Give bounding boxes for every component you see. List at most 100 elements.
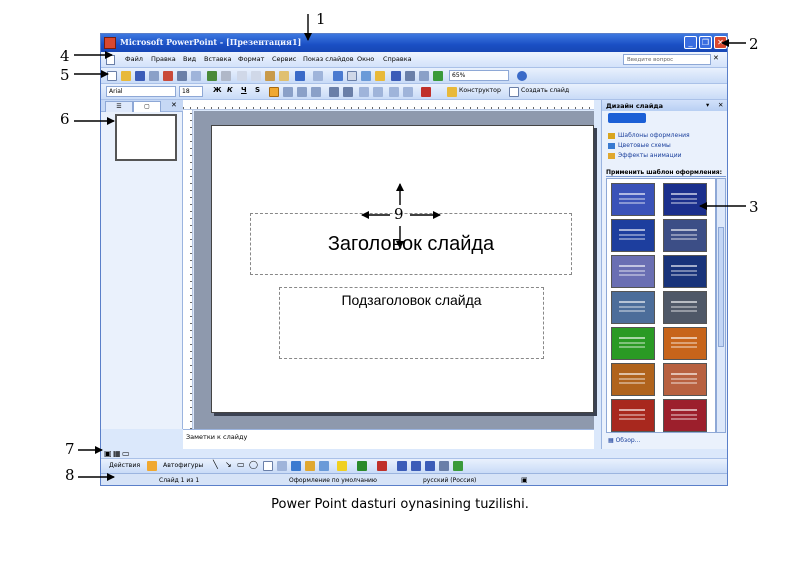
menu-slideshow[interactable]: Показ слайдов xyxy=(303,55,354,63)
clipart-icon[interactable] xyxy=(305,461,315,471)
design-template-thumbnail[interactable] xyxy=(611,291,655,324)
research-icon[interactable] xyxy=(221,71,231,81)
design-template-thumbnail[interactable] xyxy=(611,255,655,288)
decrease-font-icon[interactable] xyxy=(373,87,383,97)
menu-format[interactable]: Формат xyxy=(238,55,264,63)
task-pane-nav-buttons[interactable] xyxy=(608,113,646,123)
zoom-select[interactable]: 65% xyxy=(449,70,509,81)
font-size-select[interactable]: 18 xyxy=(179,86,203,97)
minimize-button[interactable]: _ xyxy=(684,36,697,49)
new-slide-button[interactable]: Создать слайд xyxy=(521,87,569,94)
design-template-thumbnail[interactable] xyxy=(663,255,707,288)
spelling-icon[interactable] xyxy=(207,71,217,81)
arrow-icon[interactable]: ↘ xyxy=(225,460,232,469)
format-painter-icon[interactable] xyxy=(279,71,289,81)
wordart-icon[interactable] xyxy=(277,461,287,471)
design-template-thumbnail[interactable] xyxy=(663,363,707,396)
designer-icon[interactable] xyxy=(447,87,457,97)
slides-pane-close-icon[interactable]: ✕ xyxy=(171,101,177,109)
menu-edit[interactable]: Правка xyxy=(151,55,176,63)
designer-button[interactable]: Конструктор xyxy=(459,87,501,94)
design-template-thumbnail[interactable] xyxy=(663,291,707,324)
align-center-icon[interactable] xyxy=(283,87,293,97)
notes-pane[interactable]: Заметки к слайду xyxy=(183,429,594,449)
arrow-style-icon[interactable] xyxy=(425,461,435,471)
picture-icon[interactable] xyxy=(319,461,329,471)
decrease-indent-icon[interactable] xyxy=(389,87,399,97)
line-color-icon[interactable] xyxy=(357,461,367,471)
undo-icon[interactable] xyxy=(295,71,305,81)
slideshow-view-icon[interactable]: ▭ xyxy=(122,449,130,458)
permission-icon[interactable] xyxy=(149,71,159,81)
menu-close-icon[interactable]: ✕ xyxy=(713,54,719,62)
rectangle-icon[interactable]: ▭ xyxy=(237,460,245,469)
show-formatting-icon[interactable] xyxy=(405,71,415,81)
tab-outline[interactable]: ☰ xyxy=(105,101,133,112)
email-icon[interactable] xyxy=(163,71,173,81)
tab-slides[interactable]: ▢ xyxy=(133,101,161,112)
slide-canvas[interactable]: Заголовок слайда Подзаголовок слайда xyxy=(211,125,594,413)
task-pane-close-icon[interactable]: ✕ xyxy=(718,101,723,109)
gallery-scrollbar[interactable] xyxy=(716,178,726,433)
design-template-thumbnail[interactable] xyxy=(611,363,655,396)
color-schemes-link[interactable]: Цветовые схемы xyxy=(608,142,671,149)
line-style-icon[interactable] xyxy=(397,461,407,471)
numbering-icon[interactable] xyxy=(329,87,339,97)
increase-font-icon[interactable] xyxy=(359,87,369,97)
save-icon[interactable] xyxy=(135,71,145,81)
insert-table-icon[interactable] xyxy=(347,71,357,81)
bold-button[interactable]: Ж xyxy=(213,86,222,94)
new-icon[interactable] xyxy=(107,71,117,81)
slide-thumbnail[interactable] xyxy=(115,114,177,161)
design-template-thumbnail[interactable] xyxy=(611,183,655,216)
copy-icon[interactable] xyxy=(251,71,261,81)
shadow-style-icon[interactable] xyxy=(439,461,449,471)
help-icon[interactable] xyxy=(517,71,527,81)
3d-style-icon[interactable] xyxy=(453,461,463,471)
design-template-thumbnail[interactable] xyxy=(611,219,655,252)
animation-schemes-link[interactable]: Эффекты анимации xyxy=(608,152,682,159)
design-template-thumbnail[interactable] xyxy=(611,327,655,360)
menu-help[interactable]: Справка xyxy=(383,55,412,63)
open-icon[interactable] xyxy=(121,71,131,81)
increase-indent-icon[interactable] xyxy=(403,87,413,97)
slide-sorter-view-icon[interactable]: ▦ xyxy=(113,449,121,458)
draw-font-color-icon[interactable] xyxy=(377,461,387,471)
title-placeholder[interactable]: Заголовок слайда xyxy=(250,213,572,275)
design-template-thumbnail[interactable] xyxy=(663,327,707,360)
task-pane-menu-icon[interactable]: ▾ xyxy=(706,101,709,109)
subtitle-placeholder[interactable]: Подзаголовок слайда xyxy=(279,287,544,359)
gallery-scroll-thumb[interactable] xyxy=(718,227,724,347)
justify-icon[interactable] xyxy=(311,87,321,97)
align-left-icon[interactable] xyxy=(269,87,279,97)
grid-icon[interactable] xyxy=(419,71,429,81)
bullets-icon[interactable] xyxy=(343,87,353,97)
menu-view[interactable]: Вид xyxy=(183,55,196,63)
ask-question-input[interactable]: Введите вопрос xyxy=(623,54,711,65)
font-color-icon[interactable] xyxy=(421,87,431,97)
font-select[interactable]: Arial xyxy=(106,86,176,97)
actions-menu[interactable]: Действия xyxy=(109,462,140,469)
italic-button[interactable]: К xyxy=(227,86,233,94)
browse-link[interactable]: ▦ Обзор... xyxy=(608,437,640,444)
design-template-thumbnail[interactable] xyxy=(663,183,707,216)
menu-file[interactable]: Файл xyxy=(125,55,143,63)
design-template-thumbnail[interactable] xyxy=(663,219,707,252)
menu-window[interactable]: Окно xyxy=(357,55,374,63)
menu-tools[interactable]: Сервис xyxy=(272,55,296,63)
cut-icon[interactable] xyxy=(237,71,247,81)
close-button[interactable]: ✕ xyxy=(714,36,727,49)
autoshapes-menu[interactable]: Автофигуры xyxy=(163,462,203,469)
fill-color-icon[interactable] xyxy=(337,461,347,471)
normal-view-icon[interactable]: ▣ xyxy=(104,449,112,458)
design-template-thumbnail[interactable] xyxy=(663,399,707,432)
select-objects-icon[interactable] xyxy=(147,461,157,471)
redo-icon[interactable] xyxy=(313,71,323,81)
diagram-icon[interactable] xyxy=(291,461,301,471)
line-icon[interactable]: ╲ xyxy=(213,460,218,469)
textbox-icon[interactable] xyxy=(263,461,273,471)
tables-borders-icon[interactable] xyxy=(361,71,371,81)
insert-picture-icon[interactable] xyxy=(375,71,385,81)
design-templates-link[interactable]: Шаблоны оформления xyxy=(608,132,690,139)
expand-all-icon[interactable] xyxy=(391,71,401,81)
